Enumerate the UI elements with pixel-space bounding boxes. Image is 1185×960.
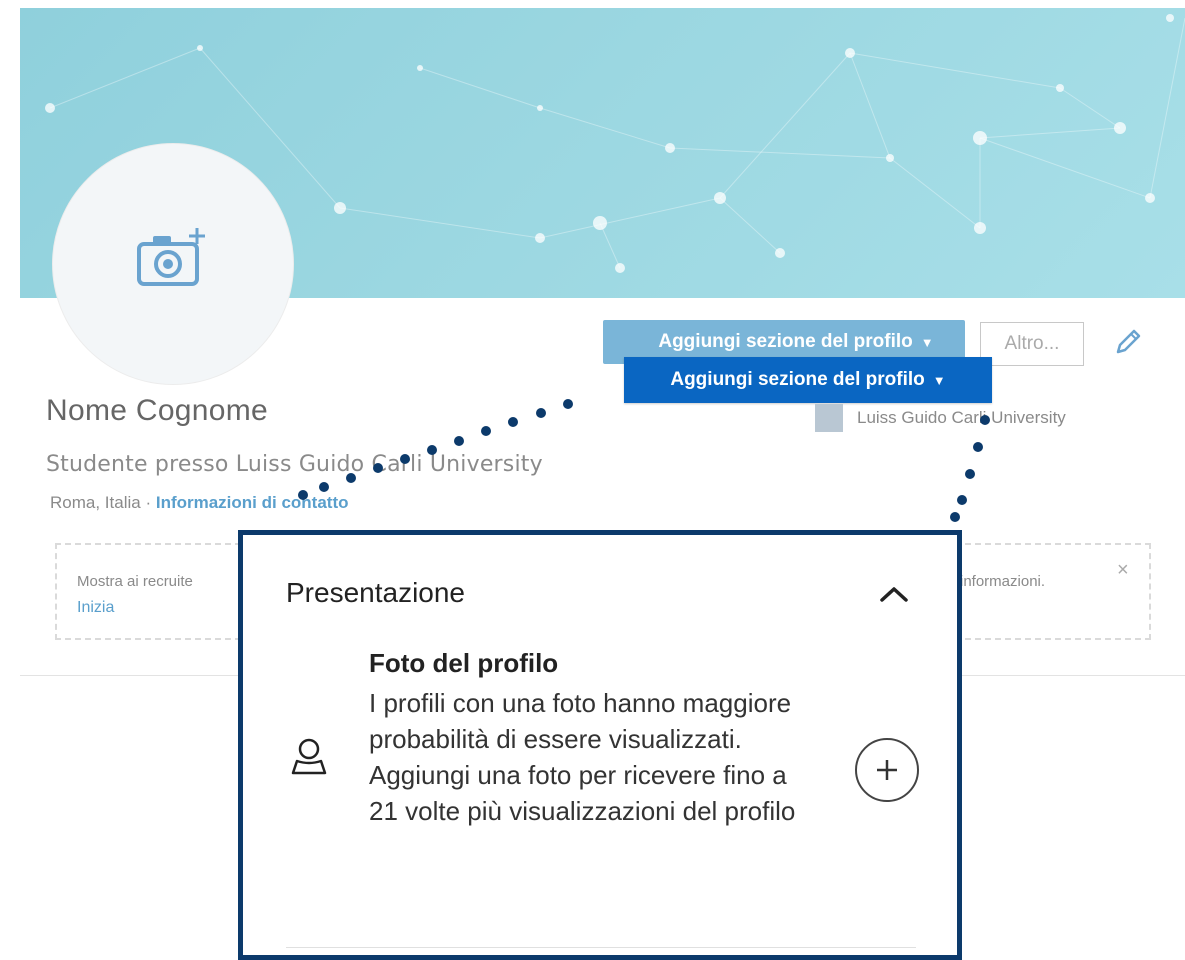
recruiter-banner-text: Mostra ai recruite [77,573,193,590]
add-photo-camera-icon [137,228,205,286]
profile-photo-item-title: Foto del profilo [369,648,559,678]
section-title: Presentazione [286,577,466,608]
more-button[interactable]: Altro... [980,322,1084,366]
add-section-dropdown-panel: Presentazione Foto del profilo I profili… [238,530,962,960]
chevron-up-icon[interactable] [879,585,909,603]
school-logo [815,404,843,432]
recruiter-start-link[interactable]: Inizia [77,599,114,617]
profile-name: Nome Cognome [46,394,269,427]
add-profile-section-callout-button[interactable]: Aggiungi sezione del profilo ▼ [624,357,992,403]
recruiter-banner-text-right: informazioni. [960,573,1046,590]
separator: · [145,493,152,512]
profile-headline: Studente presso Luiss Guido Carli Univer… [46,452,543,477]
profile-photo-placeholder[interactable] [52,143,294,385]
chevron-down-icon: ▼ [920,334,934,350]
location-row: Roma, Italia · Informazioni di contatto [50,493,349,513]
person-icon [291,738,327,775]
profile-location: Roma, Italia [50,493,141,512]
contact-info-link[interactable]: Informazioni di contatto [156,493,349,512]
add-profile-photo-button[interactable] [855,738,919,802]
chevron-down-icon: ▼ [932,372,946,388]
school-name: Luiss Guido Carli University [857,408,1066,427]
profile-photo-item-description: I profili con una foto hanno maggiore pr… [369,688,796,826]
plus-icon [877,760,897,780]
add-profile-section-label: Aggiungi sezione del profilo [658,331,913,352]
callout-button-label: Aggiungi sezione del profilo [670,369,925,390]
close-icon[interactable]: × [1117,559,1129,582]
pencil-icon[interactable] [1112,326,1144,358]
school-entry[interactable]: Luiss Guido Carli University [815,404,1066,432]
